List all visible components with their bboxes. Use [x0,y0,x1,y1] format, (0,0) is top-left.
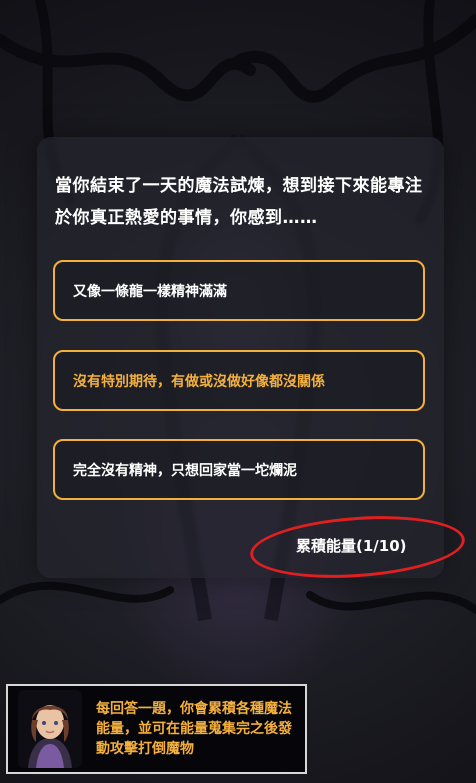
option-2[interactable]: 沒有特別期待，有做或沒做好像都沒關係 [53,350,425,411]
option-1-label: 又像一條龍一樣精神滿滿 [73,283,227,300]
option-1[interactable]: 又像一條龍一樣精神滿滿 [53,260,425,321]
option-2-label: 沒有特別期待，有做或沒做好像都沒關係 [73,373,325,390]
avatar [18,690,82,768]
tip-panel: 每回答一題，你會累積各種魔法能量，並可在能量蒐集完之後發動攻擊打倒魔物 [6,684,307,774]
option-3-label: 完全沒有精神，只想回家當一坨爛泥 [73,462,297,479]
mage-portrait-icon [18,690,82,768]
option-3[interactable]: 完全沒有精神，只想回家當一坨爛泥 [53,439,425,500]
tip-text: 每回答一題，你會累積各種魔法能量，並可在能量蒐集完之後發動攻擊打倒魔物 [96,701,292,757]
question-text: 當你結束了一天的魔法試煉，想到接下來能專注於你真正熱愛的事情，你感到…… [55,176,423,228]
